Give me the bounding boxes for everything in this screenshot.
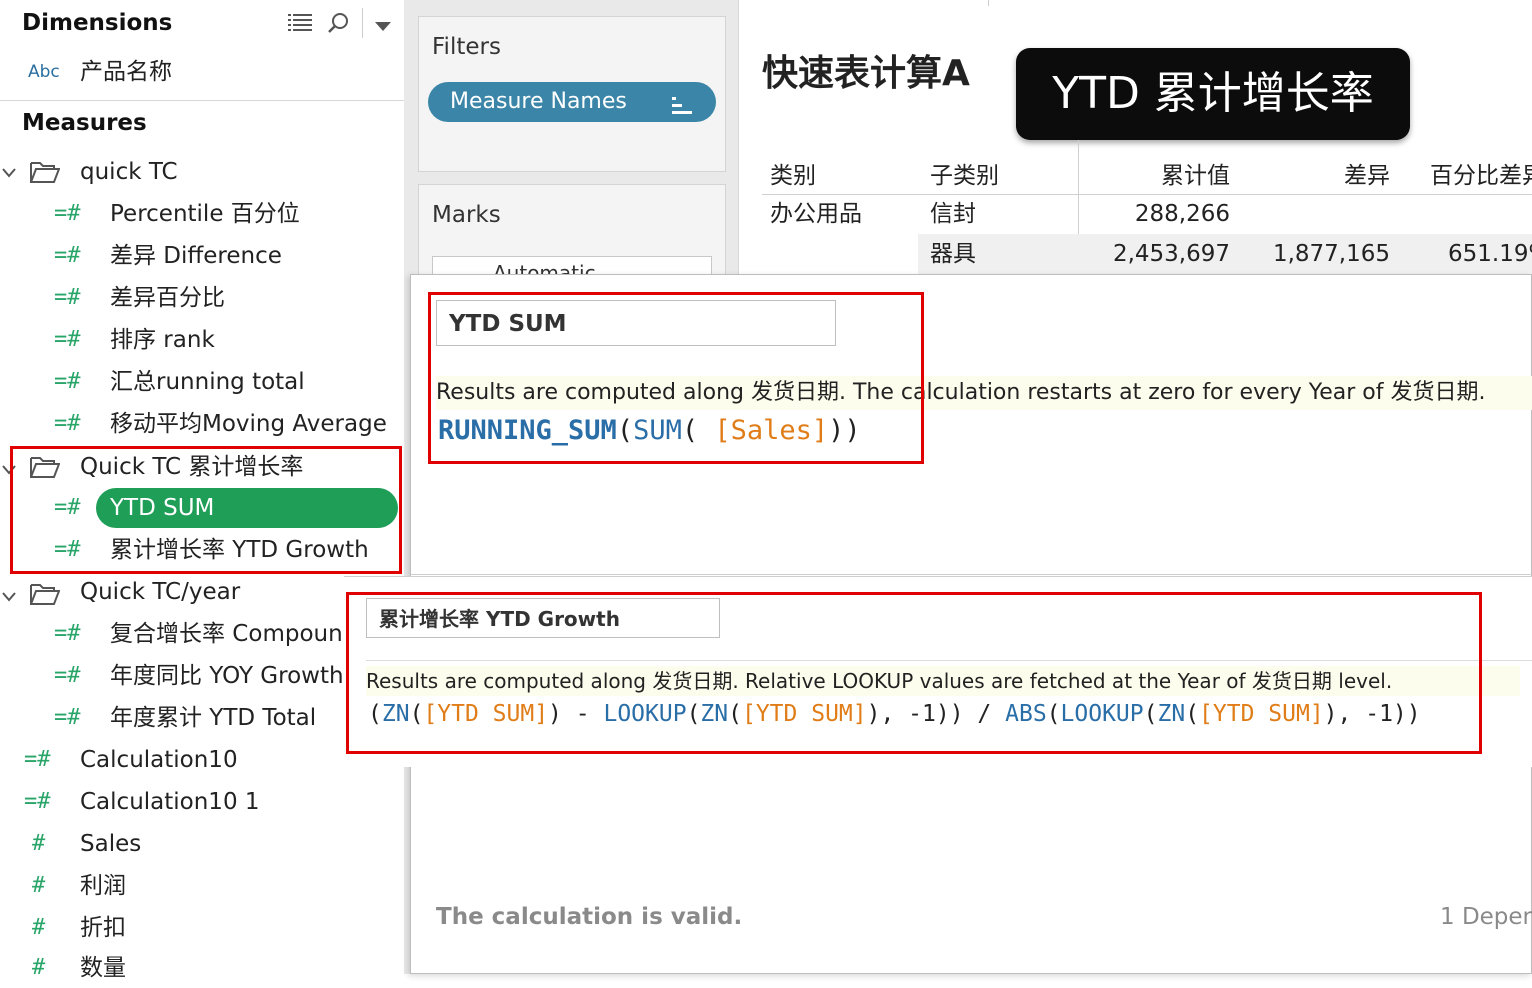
sheet-title: 快速表计算A — [762, 53, 970, 94]
column-header[interactable]: 差异 — [1270, 156, 1390, 196]
chevron-down-icon[interactable] — [2, 163, 16, 182]
filters-title: Filters — [432, 34, 501, 60]
highlight-box — [428, 292, 924, 464]
filter-pill-label: Measure Names — [450, 89, 627, 114]
calc-measure-icon: =# — [54, 663, 81, 688]
measure-label: Sales — [80, 831, 142, 857]
measure-label: 汇总running total — [110, 369, 305, 395]
calc-measure-icon: =# — [54, 285, 81, 310]
view-divider — [988, 0, 989, 6]
folder-open-icon — [30, 582, 61, 610]
chevron-down-icon[interactable] — [375, 16, 391, 37]
measure-label: 利润 — [80, 873, 126, 899]
measure-label: Calculation10 — [80, 747, 238, 773]
table-cell: 器具 — [930, 241, 976, 267]
measure-label: 排序 rank — [110, 327, 215, 353]
measure-label: 复合增长率 Compoun — [110, 621, 343, 647]
table-cell: 288,266 — [1134, 201, 1230, 227]
measure-label: 差异百分比 — [110, 285, 225, 311]
measure-label: 年度累计 YTD Total — [110, 705, 317, 731]
search-icon[interactable] — [328, 12, 350, 39]
table-cell: 1,877,165 — [1272, 241, 1390, 267]
measures-header: Measures — [22, 110, 147, 136]
popup-divider — [410, 574, 1532, 575]
measure-label: 数量 — [80, 955, 126, 981]
calc-measure-icon: =# — [54, 621, 81, 646]
dimensions-header: Dimensions — [22, 10, 173, 36]
calc-measure-icon: =# — [54, 201, 81, 226]
calc-measure-icon: =# — [54, 327, 81, 352]
chevron-down-icon[interactable] — [2, 587, 16, 606]
calc-measure-icon: =# — [54, 411, 81, 436]
measure-icon: # — [32, 831, 46, 856]
dimension-label: 产品名称 — [80, 59, 172, 85]
list-view-icon[interactable] — [288, 12, 312, 37]
measure-icon: # — [32, 915, 46, 940]
table-cell: 2,453,697 — [1112, 241, 1230, 267]
marks-title: Marks — [432, 202, 501, 228]
sort-icon — [672, 91, 694, 131]
measure-icon: # — [32, 873, 46, 898]
calc-measure-icon: =# — [54, 705, 81, 730]
measure-label: Percentile 百分位 — [110, 201, 300, 227]
column-header[interactable]: 类别 — [770, 156, 816, 196]
highlight-box — [346, 592, 1482, 754]
measure-label: 年度同比 YOY Growth — [110, 663, 344, 689]
measure-icon: # — [32, 955, 46, 980]
folder-open-icon — [30, 160, 61, 188]
column-header[interactable]: 子类别 — [930, 156, 999, 196]
measure-label: Calculation10 1 — [80, 789, 260, 815]
calc-measure-icon: =# — [54, 243, 81, 268]
calc-measure-icon: =# — [24, 747, 51, 772]
dependencies-link[interactable]: 1 Dependency — [1440, 904, 1532, 930]
column-header[interactable]: 百分比差异 — [1430, 156, 1532, 196]
data-pane: Dimensions Abc 产品名称 Measures quick TC =#… — [0, 0, 404, 981]
measure-label: 差异 Difference — [110, 243, 282, 269]
header-divider — [362, 8, 363, 38]
folder-quick-tc-year[interactable]: Quick TC/year — [80, 572, 240, 612]
ytd-banner: YTD 累计增长率 — [1016, 48, 1410, 140]
highlight-box — [10, 446, 402, 574]
validation-status: The calculation is valid. — [436, 904, 743, 930]
measure-label: 折扣 — [80, 915, 126, 941]
measure-names-filter-pill[interactable]: Measure Names — [428, 82, 716, 122]
calc-measure-icon: =# — [24, 789, 51, 814]
column-header[interactable]: 累计值 — [1100, 156, 1230, 196]
calc-measure-icon: =# — [54, 369, 81, 394]
folder-quick-tc[interactable]: quick TC — [80, 152, 178, 192]
table-cell: 办公用品 — [770, 201, 862, 227]
measure-label: 移动平均Moving Average — [110, 411, 387, 437]
pane-divider — [0, 100, 404, 101]
abc-type-icon: Abc — [28, 62, 60, 82]
table-cell: 651.19% — [1448, 241, 1532, 267]
table-cell: 信封 — [930, 201, 976, 227]
